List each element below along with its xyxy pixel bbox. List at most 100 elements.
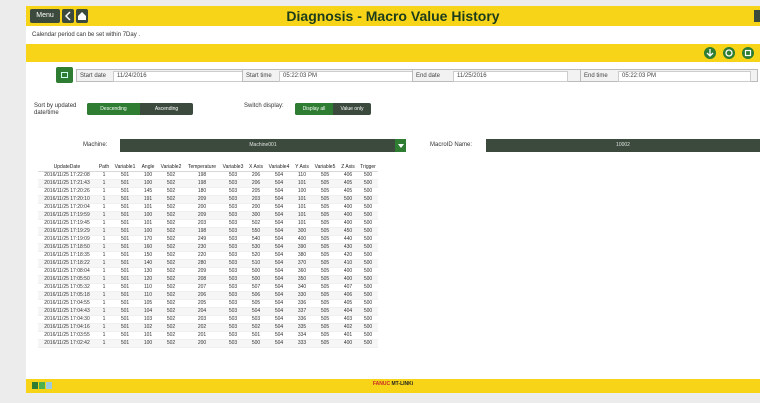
table-cell: 503 [220,291,246,300]
column-header[interactable]: Variable1 [112,164,138,172]
column-header[interactable]: Variable2 [158,164,184,172]
end-time-input[interactable]: 05:22:03 PM [618,71,751,82]
table-cell: 500 [358,259,378,268]
table-cell: 101 [138,203,158,212]
table-cell: 502 [158,251,184,260]
download-button[interactable] [704,47,716,59]
table-cell: 203 [184,315,220,324]
table-cell: 505 [312,219,338,228]
table-cell: 420 [338,251,358,260]
column-header[interactable]: Y Axis [292,164,312,172]
column-header[interactable]: Angle [138,164,158,172]
table-cell: 2016/11/25 17:20:26 [38,187,96,196]
start-date-input[interactable]: 11/24/2016 [113,71,262,82]
table-cell: 1 [96,291,112,300]
table-cell: 505 [312,299,338,308]
calendar-icon [61,72,68,78]
column-header[interactable]: Temperature [184,164,220,172]
display-option-all[interactable]: Display all [295,103,333,115]
table-cell: 1 [96,307,112,316]
display-toggle: Display all Value only [295,103,371,115]
table-cell: 2016/11/25 17:19:29 [38,227,96,236]
table-cell: 1 [96,267,112,276]
table-cell: 2016/11/25 17:19:45 [38,219,96,228]
table-cell: 501 [112,283,138,292]
column-header[interactable]: Variable4 [266,164,292,172]
calendar-button[interactable] [56,67,73,83]
table-cell: 102 [138,323,158,332]
settings-button[interactable] [742,47,754,59]
start-time-input[interactable]: 05:22:03 PM [279,71,414,82]
table-cell: 430 [338,243,358,252]
table-cell: 500 [358,283,378,292]
table-cell: 503 [220,323,246,332]
table-cell: 170 [138,235,158,244]
column-header[interactable]: Variable5 [312,164,338,172]
table-cell: 204 [184,307,220,316]
table-cell: 500 [358,243,378,252]
table-cell: 502 [158,339,184,348]
end-date-input[interactable]: 11/25/2016 [453,71,568,82]
table-cell: 505 [312,291,338,300]
column-header[interactable]: Variable3 [220,164,246,172]
table-cell: 230 [184,243,220,252]
table-cell: 2016/11/25 17:18:50 [38,243,96,252]
window-button[interactable] [754,10,760,22]
table-cell: 501 [112,203,138,212]
column-header[interactable]: X Axis [246,164,266,172]
table-cell: 501 [112,307,138,316]
column-header[interactable]: Trigger [358,164,378,172]
macro-name-select[interactable]: 10002 [486,139,760,152]
table-cell: 1 [96,219,112,228]
table-cell: 209 [184,211,220,220]
column-header[interactable]: Z Axis [338,164,358,172]
table-cell: 1 [96,203,112,212]
table-cell: 550 [246,227,266,236]
table-cell: 403 [338,315,358,324]
table-cell: 501 [112,259,138,268]
table-cell: 110 [138,283,158,292]
table-cell: 503 [220,251,246,260]
table-cell: 503 [220,187,246,196]
table-body: 2016/11/25 17:22:08 1 501 100 502 198 503 206 50… [38,171,378,348]
column-header[interactable]: Path [96,164,112,172]
table-cell: 336 [292,315,312,324]
column-header[interactable]: UpdateDate [38,164,96,172]
table-cell: 505 [246,299,266,308]
refresh-button[interactable] [723,47,735,59]
table-cell: 501 [246,331,266,340]
table-cell: 505 [312,323,338,332]
table-cell: 101 [292,195,312,204]
table-cell: 504 [266,203,292,212]
sort-option-descending[interactable]: Descending [87,103,140,115]
table-cell: 400 [338,203,358,212]
table-cell: 2016/11/25 17:05:32 [38,283,96,292]
start-date-field: Start date 11/24/2016 [76,69,263,82]
table-cell: 100 [138,179,158,188]
table-cell: 504 [266,251,292,260]
table-cell: 500 [358,323,378,332]
sort-option-ascending[interactable]: Ascending [140,103,193,115]
table-cell: 370 [292,259,312,268]
table-cell: 202 [184,323,220,332]
display-option-value-only[interactable]: Value only [333,103,371,115]
table-cell: 501 [112,235,138,244]
table-cell: 2016/11/25 17:04:30 [38,315,96,324]
table-cell: 205 [246,187,266,196]
table-cell: 502 [158,187,184,196]
app-window: Menu Diagnosis - Macro Value History Cal… [26,6,760,393]
table-cell: 505 [312,275,338,284]
table-cell: 334 [292,331,312,340]
table-cell: 500 [358,291,378,300]
table-cell: 145 [138,187,158,196]
refresh-icon [725,49,733,57]
machine-select[interactable]: Machine001 [120,139,406,152]
table-cell: 530 [246,243,266,252]
table-cell: 2016/11/25 17:19:59 [38,211,96,220]
table-cell: 1 [96,283,112,292]
table-row: 2016/11/25 17:18:22 1 501 140 502 280 503 510 50… [38,259,378,268]
table-cell: 502 [158,323,184,332]
table-row: 2016/11/25 17:22:08 1 501 100 502 198 503 206 50… [38,171,378,180]
table-cell: 335 [292,323,312,332]
table-cell: 503 [220,243,246,252]
